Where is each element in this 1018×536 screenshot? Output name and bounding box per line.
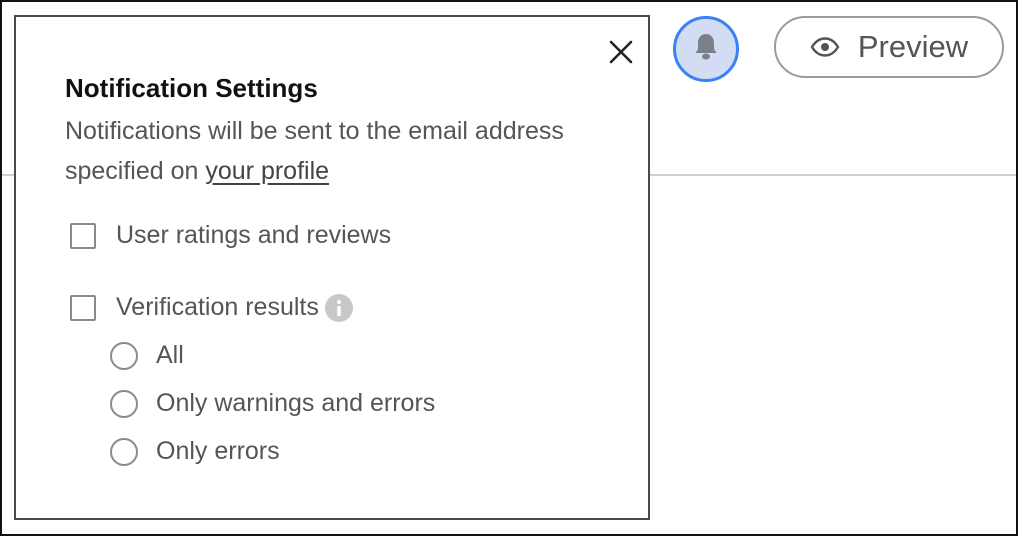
radio-option-warnings-errors[interactable]: Only warnings and errors [110,389,435,418]
close-button[interactable] [606,37,636,67]
radio-option-errors[interactable]: Only errors [110,437,280,466]
preview-label: Preview [857,29,969,64]
app-frame: Preview Notification Settings Notificati… [0,0,1018,536]
radio-warnings-errors[interactable] [110,389,138,418]
eye-icon [810,29,840,65]
notifications-button[interactable] [673,16,739,82]
popover-title: Notification Settings [65,73,318,103]
verification-results-option[interactable]: Verification results [70,293,353,322]
popover-description: Notifications will be sent to the email … [65,111,585,191]
user-ratings-label: User ratings and reviews [116,221,392,249]
user-ratings-option[interactable]: User ratings and reviews [70,221,391,250]
info-icon[interactable] [324,293,353,322]
bell-icon [693,32,719,67]
close-icon [606,40,636,71]
radio-errors-label: Only errors [156,437,280,465]
verification-results-label: Verification results [116,293,319,321]
radio-all[interactable] [110,341,138,370]
radio-errors[interactable] [110,437,138,466]
radio-option-all[interactable]: All [110,341,184,370]
radio-all-label: All [156,341,184,369]
profile-link[interactable]: your profile [205,157,329,185]
notification-settings-popover: Notification Settings Notifications will… [14,15,650,520]
radio-warnings-errors-label: Only warnings and errors [156,389,436,417]
user-ratings-checkbox[interactable] [70,222,96,249]
verification-results-checkbox[interactable] [70,294,96,321]
preview-button[interactable]: Preview [774,16,1004,78]
